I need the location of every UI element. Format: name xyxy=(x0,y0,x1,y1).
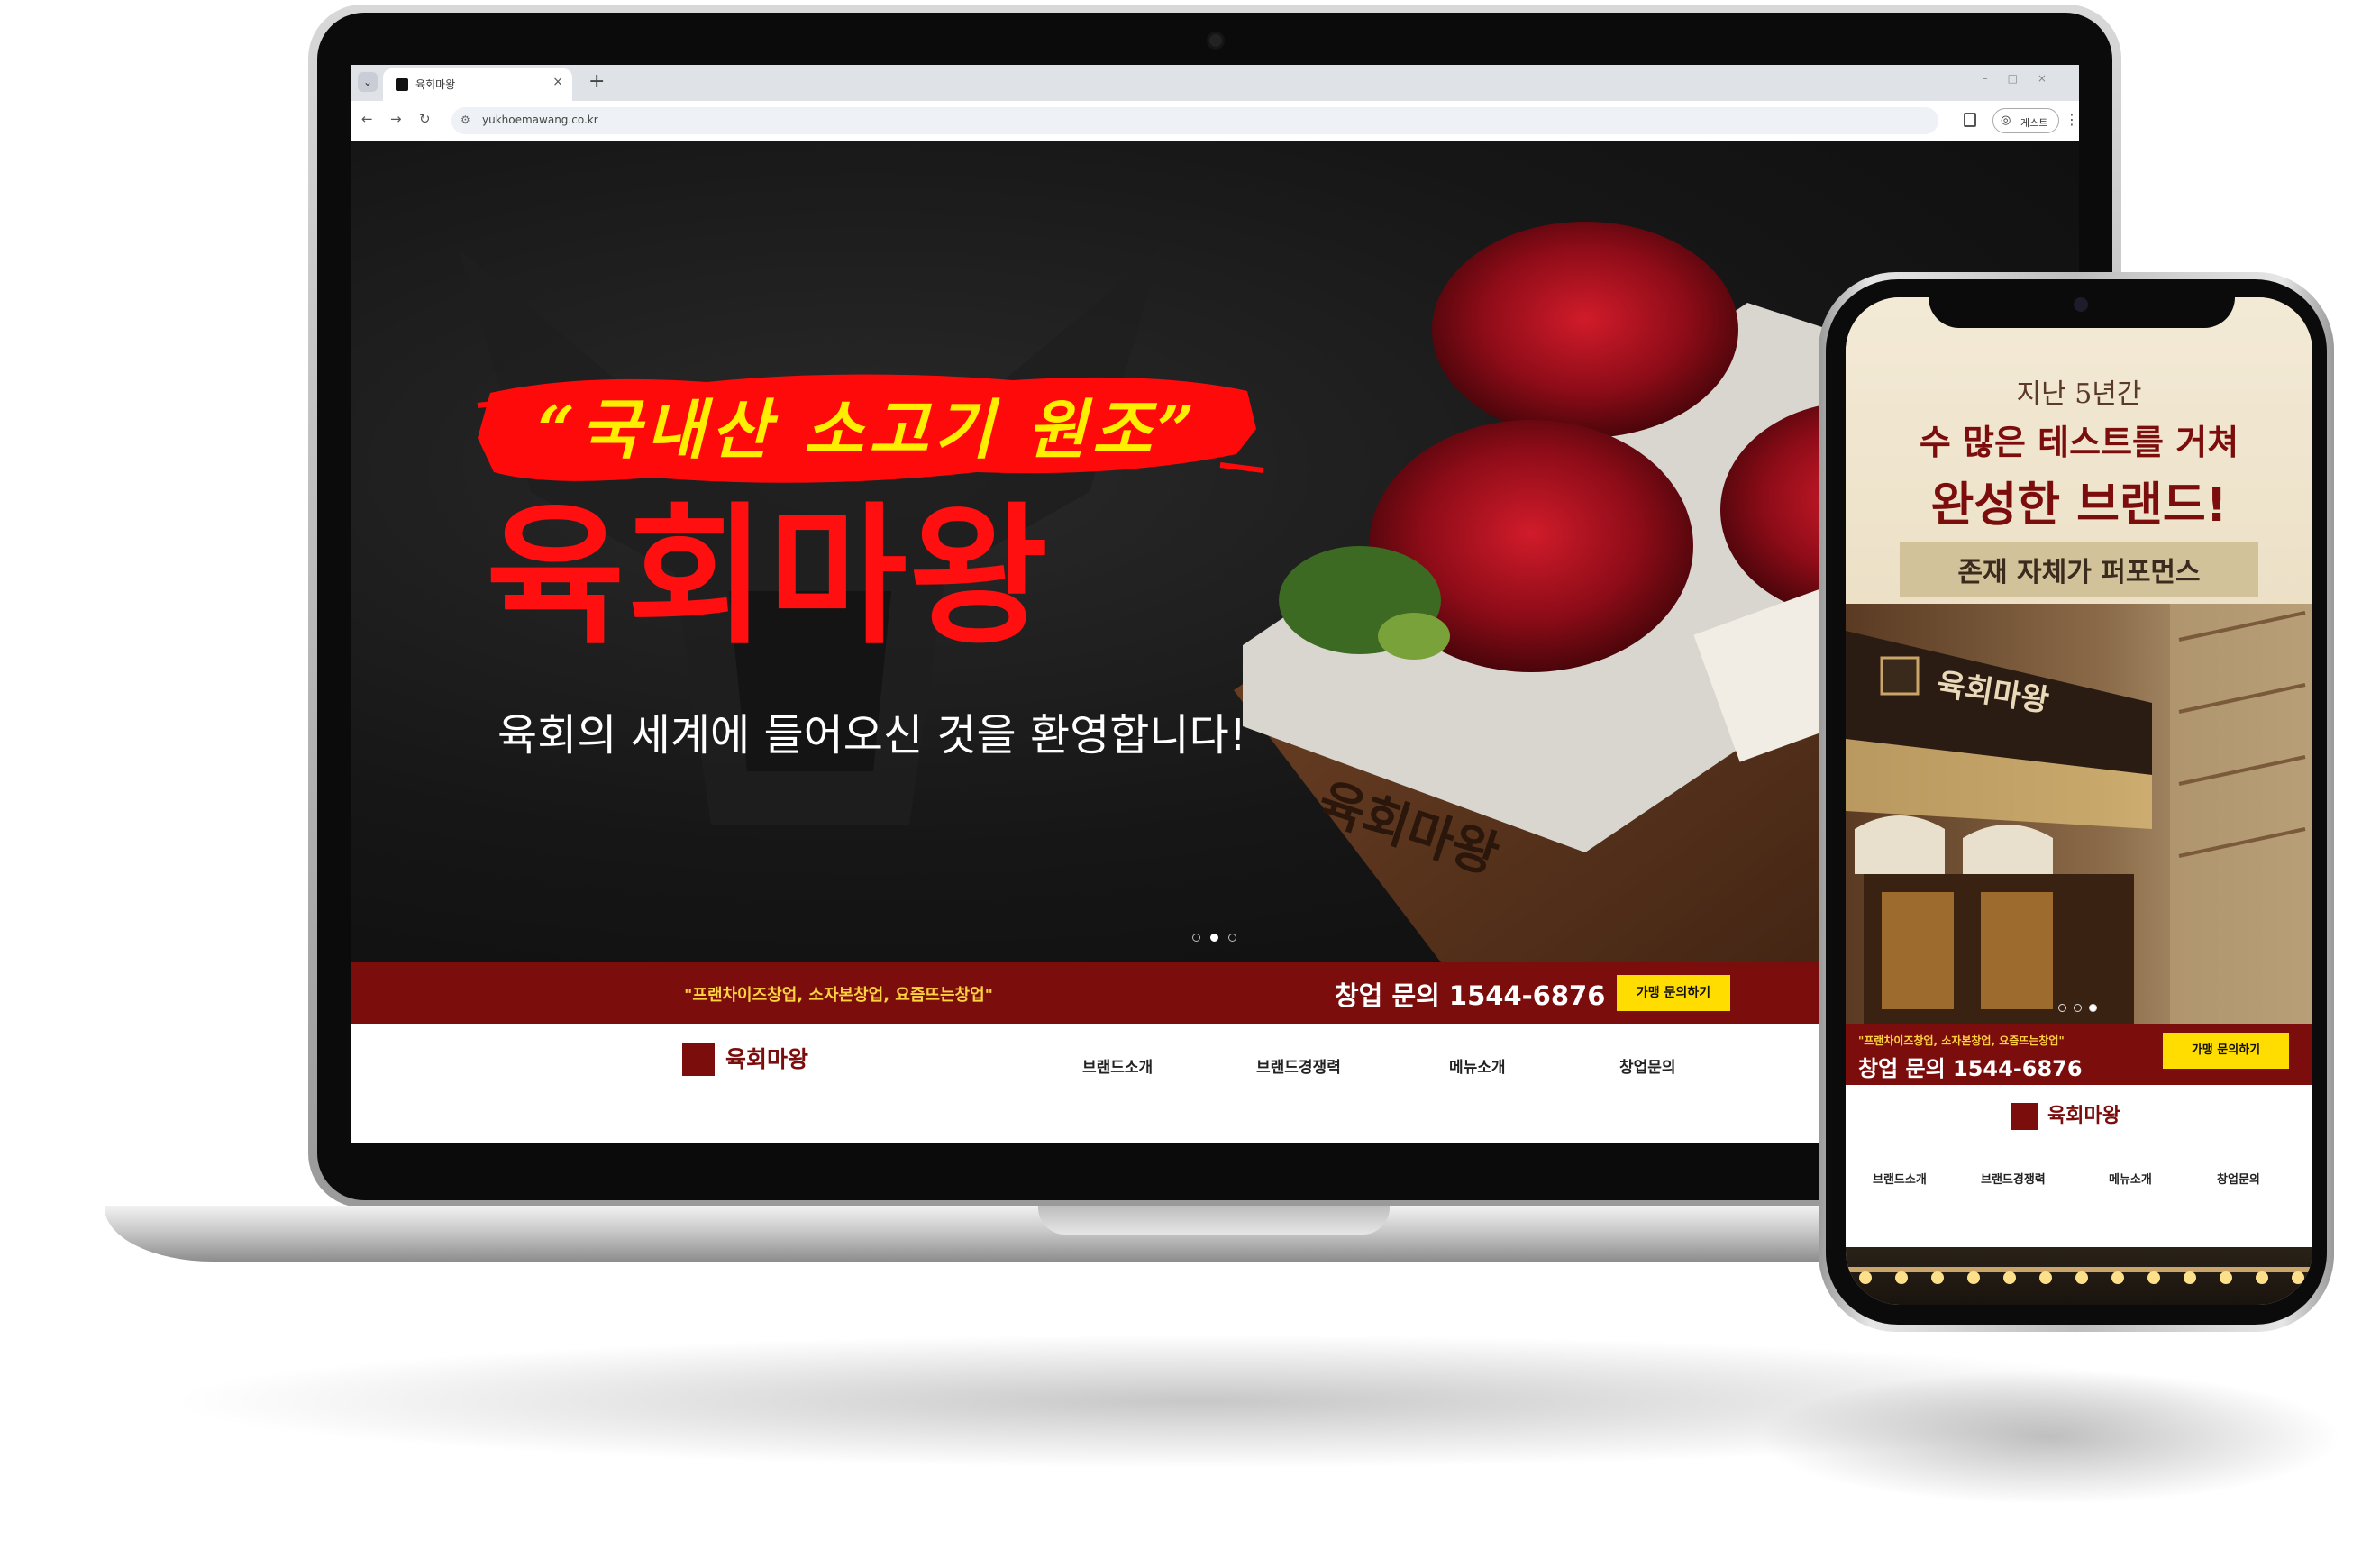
franchise-inquiry-button[interactable]: 가맹 문의하기 xyxy=(1617,975,1730,1011)
mobile-nav-item-brand-competitiveness[interactable]: 브랜드경쟁력 xyxy=(1981,1170,2046,1187)
front-camera-icon xyxy=(2074,297,2088,312)
mobile-bull-logo-icon xyxy=(2011,1103,2038,1130)
phone-screen: 지난 5년간 수 많은 테스트를 거쳐 완성한 브랜드! 존재 자체가 퍼포먼스… xyxy=(1846,297,2312,1305)
mobile-promo-bar: "프랜차이즈창업, 소자본창업, 요즘뜨는창업" 창업 문의 1544-6876… xyxy=(1846,1024,2312,1085)
tab-close-icon[interactable]: × xyxy=(552,75,563,89)
profile-button[interactable]: ◎ 게스트 xyxy=(1992,108,2059,133)
site-info-icon[interactable]: ⚙ xyxy=(460,114,470,126)
logo-text: 육회마왕 xyxy=(725,1046,809,1072)
nav-item-startup-inquiry[interactable]: 창업문의 xyxy=(1619,1054,1676,1077)
profile-label: 게스트 xyxy=(2020,117,2048,129)
mobile-promo-subtitle: "프랜차이즈창업, 소자본창업, 요즘뜨는창업" xyxy=(1858,1034,2065,1047)
mobile-nav-item-brand-intro[interactable]: 브랜드소개 xyxy=(1873,1170,1927,1187)
mobile-hero-line3: 완성한 브랜드! xyxy=(1930,478,2228,533)
mobile-slider-dot-3[interactable] xyxy=(2089,1004,2097,1012)
hero-welcome-text: 육회의 세계에 들어오신 것을 환영합니다! xyxy=(497,710,1246,761)
side-panel-icon[interactable] xyxy=(1964,113,1976,127)
hero-slogan: “국내산 소고기 원조” xyxy=(537,391,1200,468)
slider-dots xyxy=(1192,928,1246,945)
user-icon: ◎ xyxy=(2001,114,2011,127)
url-text: yukhoemawang.co.kr xyxy=(482,114,598,126)
mobile-light-bulbs-image xyxy=(1846,1247,2312,1305)
slider-dot-2[interactable] xyxy=(1210,934,1218,942)
browser-toolbar: ← → ↻ ⚙ yukhoemawang.co.kr ◎ 게스트 ⋮ xyxy=(351,101,2079,141)
nav-item-brand-intro[interactable]: 브랜드소개 xyxy=(1082,1054,1153,1077)
mobile-franchise-inquiry-button[interactable]: 가맹 문의하기 xyxy=(2163,1033,2289,1069)
reload-button[interactable]: ↻ xyxy=(419,111,431,127)
window-controls[interactable]: –□× xyxy=(1983,72,2066,85)
nav-item-brand-competitiveness[interactable]: 브랜드경쟁력 xyxy=(1256,1054,1341,1077)
promo-call: 창업 문의 1544-6876 xyxy=(1335,980,1606,1011)
tab-title: 육회마왕 xyxy=(415,78,456,91)
mobile-nav-item-startup-inquiry[interactable]: 창업문의 xyxy=(2217,1170,2260,1187)
hero-brand-title: 육회마왕 xyxy=(486,488,1051,665)
phone-shadow xyxy=(1757,1370,2343,1505)
mobile-nav: 육회마왕 브랜드소개 브랜드경쟁력 메뉴소개 창업문의 xyxy=(1846,1085,2312,1247)
new-tab-button[interactable]: + xyxy=(588,70,605,93)
mobile-slider-dot-2[interactable] xyxy=(2074,1004,2082,1012)
laptop-notch xyxy=(1038,1206,1390,1235)
promo-subtitle: "프랜차이즈창업, 소자본창업, 요즘뜨는창업" xyxy=(684,986,994,1005)
mobile-logo-text: 육회마왕 xyxy=(2047,1105,2120,1127)
browser-tab[interactable]: 육회마왕 × xyxy=(383,68,572,101)
mobile-slider-dots xyxy=(2058,998,2104,1016)
mobile-nav-item-menu-intro[interactable]: 메뉴소개 xyxy=(2109,1170,2152,1187)
webcam-icon xyxy=(1209,34,1222,47)
mobile-slider-dot-1[interactable] xyxy=(2058,1004,2066,1012)
mobile-hero-line1: 지난 5년간 xyxy=(2016,378,2142,410)
mobile-hero-line2: 수 많은 테스트를 거쳐 xyxy=(1919,423,2239,462)
tab-search-button[interactable]: ⌄ xyxy=(358,72,378,92)
address-bar[interactable]: ⚙ yukhoemawang.co.kr xyxy=(451,107,1938,134)
nav-item-menu-intro[interactable]: 메뉴소개 xyxy=(1449,1054,1506,1077)
slider-dot-3[interactable] xyxy=(1228,934,1236,942)
mobile-promo-call: 창업 문의 1544-6876 xyxy=(1858,1056,2083,1081)
tab-bar: ⌄ 육회마왕 × + –□× xyxy=(351,65,2079,101)
mobile-hero: 지난 5년간 수 많은 테스트를 거쳐 완성한 브랜드! 존재 자체가 퍼포먼스… xyxy=(1846,297,2312,1024)
forward-button[interactable]: → xyxy=(390,111,402,127)
favicon-icon xyxy=(396,78,408,91)
slider-dot-1[interactable] xyxy=(1192,934,1200,942)
menu-icon[interactable]: ⋮ xyxy=(2065,111,2079,128)
back-button[interactable]: ← xyxy=(361,111,373,127)
bull-logo-icon xyxy=(682,1043,715,1076)
mobile-hero-line4: 존재 자체가 퍼포먼스 xyxy=(1957,557,2201,588)
storefront-image: 육회마왕 xyxy=(1846,604,2312,1024)
